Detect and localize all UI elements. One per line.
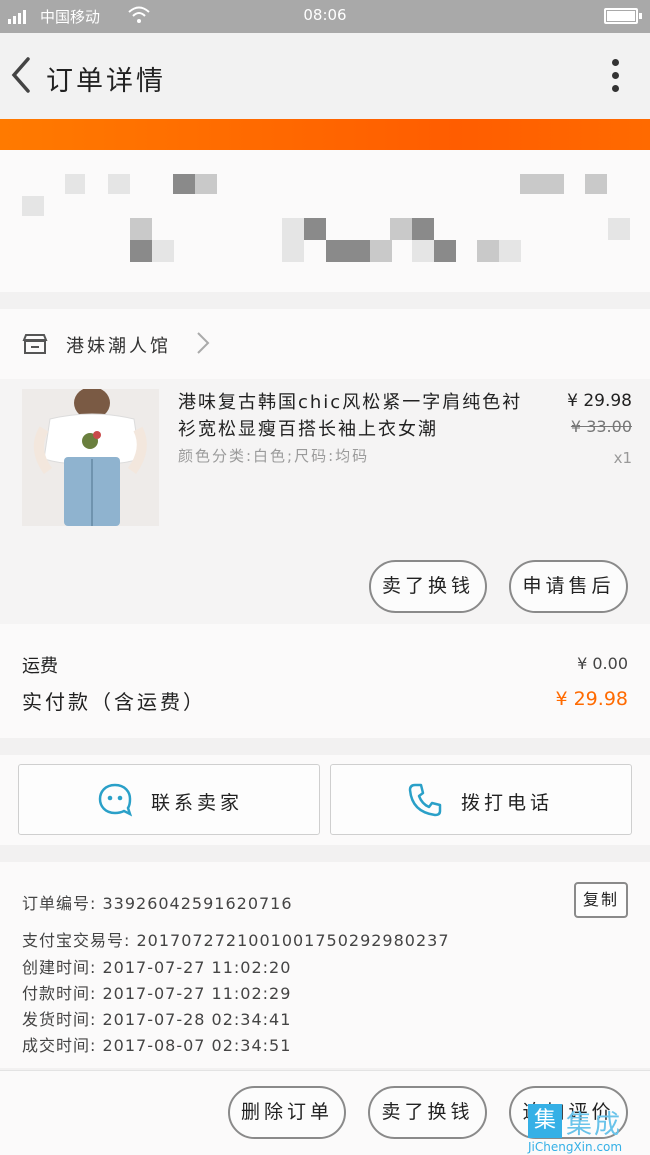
watermark-brand: 集成 [566, 1110, 623, 1140]
completed-time: 成交时间: 2017-08-07 02:34:51 [22, 1036, 292, 1055]
shipping-label: 运费 [22, 656, 58, 677]
product-price: ¥ 29.98 [567, 391, 632, 411]
title-bar: 订单详情 [0, 33, 650, 119]
created-time: 创建时间: 2017-07-27 11:02:20 [22, 958, 292, 977]
battery-icon [604, 8, 642, 24]
shop-row[interactable]: 港妹潮人馆 [0, 309, 650, 379]
sell-item-button[interactable]: 卖了换钱 [369, 560, 487, 613]
watermark-url: JiChengXin.com [528, 1140, 623, 1154]
contact-seller-label: 联系卖家 [151, 792, 244, 814]
watermark-logo-icon: 集 [528, 1104, 562, 1138]
shipped-time: 发货时间: 2017-07-28 02:34:41 [22, 1010, 292, 1029]
contact-row: 联系卖家 拨打电话 [0, 755, 650, 845]
phone-icon [408, 783, 442, 817]
product-original-price: ¥ 33.00 [570, 417, 632, 436]
status-banner [0, 119, 650, 150]
shipping-value: ¥ 0.00 [577, 654, 628, 673]
paid-time: 付款时间: 2017-07-27 11:02:29 [22, 984, 292, 1003]
back-arrow-icon[interactable] [8, 55, 34, 95]
chat-bubble-icon [98, 783, 133, 817]
chevron-right-icon [197, 332, 210, 354]
product-title[interactable]: 港味复古韩国chic风松紧一字肩纯色衬衫宽松显瘦百搭长袖上衣女潮 [178, 389, 538, 443]
copy-button[interactable]: 复制 [574, 882, 628, 918]
product-thumbnail[interactable] [22, 389, 159, 526]
order-item[interactable]: 港味复古韩国chic风松紧一字肩纯色衬衫宽松显瘦百搭长袖上衣女潮 颜色分类:白色… [0, 379, 650, 625]
store-icon [22, 334, 48, 354]
cost-summary: 运费 ¥ 0.00 实付款（含运费） ¥ 29.98 [0, 624, 650, 738]
product-quantity: x1 [613, 449, 632, 467]
status-bar: 中国移动 08:06 [0, 0, 650, 33]
shop-name: 港妹潮人馆 [66, 336, 171, 357]
sell-button[interactable]: 卖了换钱 [368, 1086, 487, 1139]
after-sale-button[interactable]: 申请售后 [509, 560, 628, 613]
product-spec: 颜色分类:白色;尺码:均码 [178, 447, 370, 465]
more-options-icon[interactable] [610, 59, 620, 95]
contact-seller-button[interactable]: 联系卖家 [18, 764, 320, 835]
delete-order-button[interactable]: 删除订单 [228, 1086, 346, 1139]
page-title: 订单详情 [46, 66, 166, 97]
total-paid-value: ¥ 29.98 [555, 688, 628, 710]
shipping-address-pixelated [0, 150, 650, 292]
call-button[interactable]: 拨打电话 [330, 764, 632, 835]
order-number: 订单编号: 3392604259162071​6 [22, 894, 293, 913]
call-label: 拨打电话 [461, 792, 554, 814]
order-info: 订单编号: 3392604259162071​6 复制 支付宝交易号: 2017… [0, 862, 650, 1068]
watermark: 集 集成 JiChengXin.com [528, 1104, 646, 1154]
total-paid-label: 实付款（含运费） [22, 690, 206, 714]
alipay-transaction-number: 支付宝交易号: 2017072721001001750292980237 [22, 931, 450, 950]
clock: 08:06 [303, 6, 347, 24]
